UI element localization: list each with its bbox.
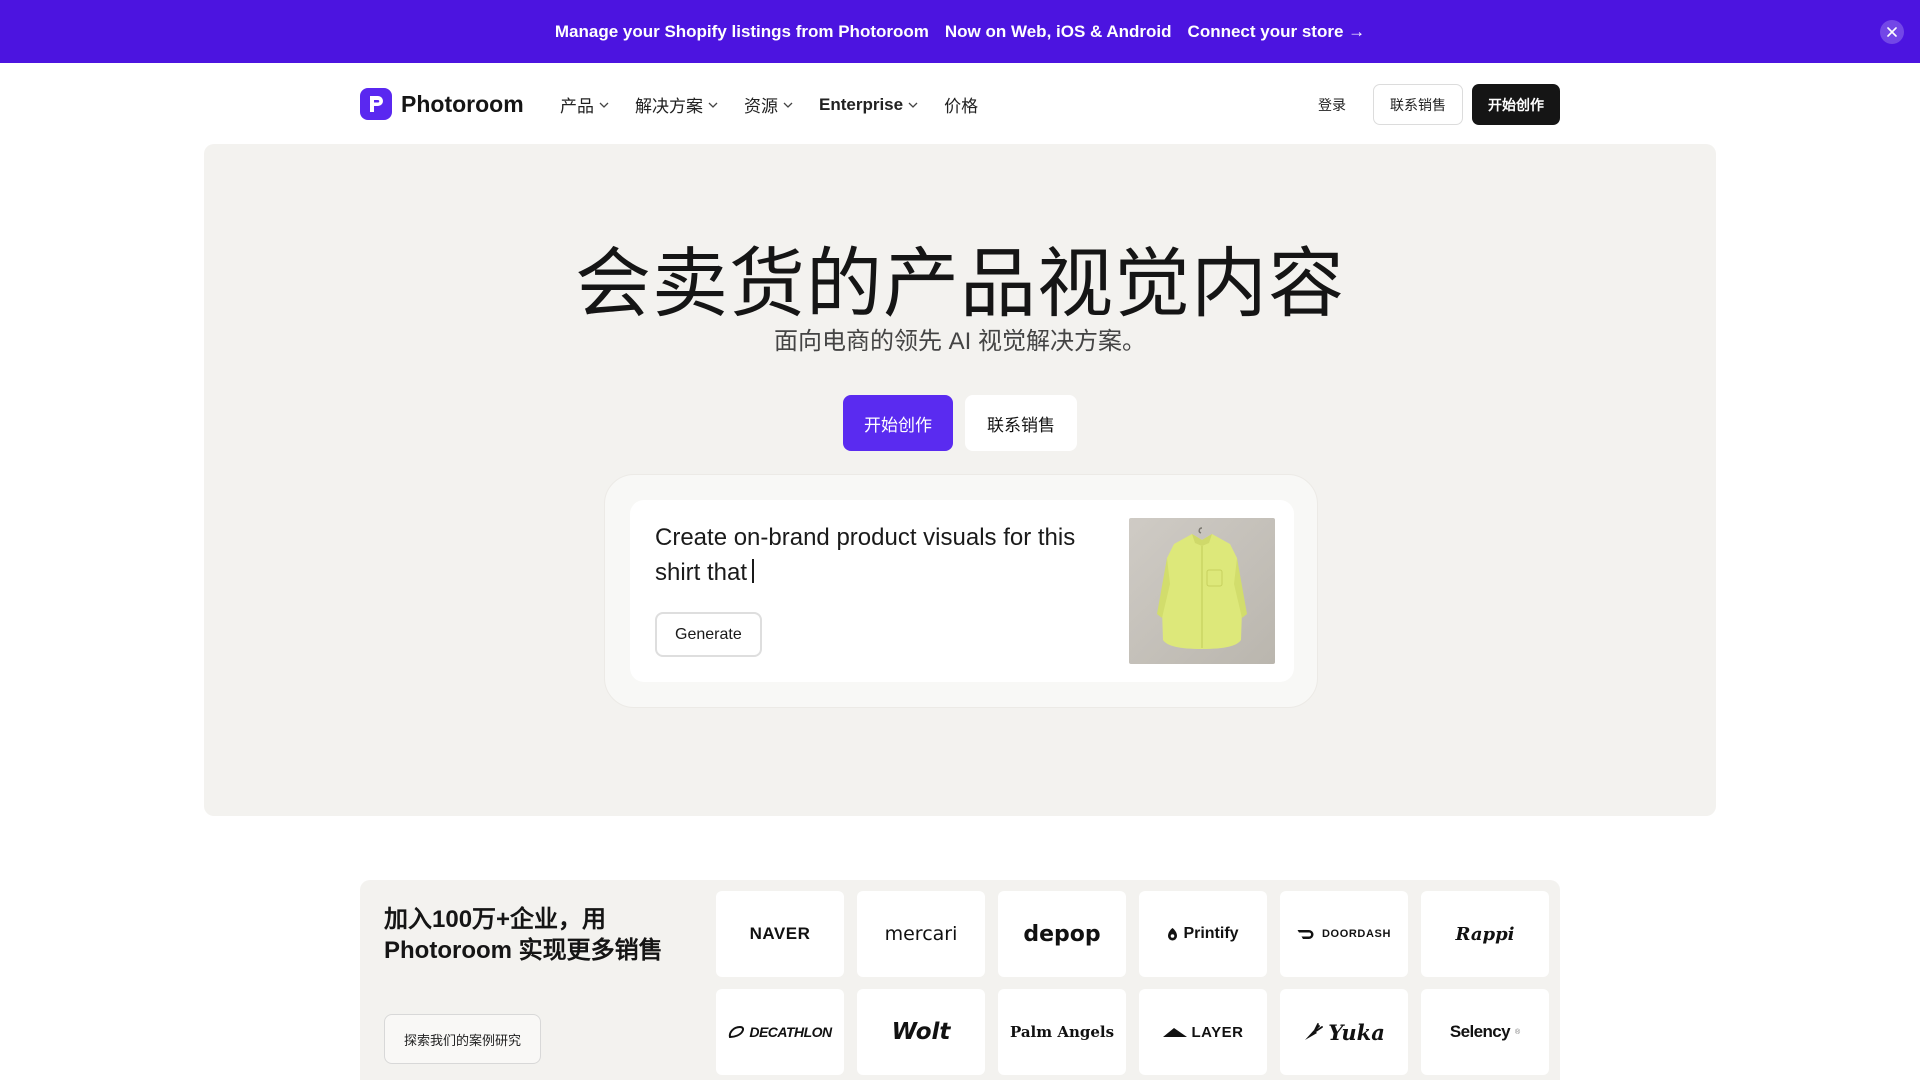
banner-close-button[interactable]: [1880, 20, 1904, 44]
yuka-logo: Yuka: [1328, 1019, 1385, 1045]
brand-name: Photoroom: [401, 90, 524, 117]
banner-message: Manage your Shopify listings from Photor…: [554, 21, 929, 41]
nav-item-products[interactable]: 产品: [560, 92, 609, 117]
doordash-logo: DOORDASH: [1322, 928, 1391, 940]
nav-menu: 产品 解决方案 资源 Enterprise 价格: [560, 92, 978, 117]
chevron-down-icon: [908, 102, 918, 108]
logo-tile-yuka: Yuka: [1280, 989, 1408, 1075]
customer-logo-grid: NAVER mercari depop Printify DOORDASH Ra…: [716, 891, 1549, 1075]
logo-tile-depop: depop: [998, 891, 1126, 977]
photoroom-logo-icon: [360, 88, 392, 120]
logo-tile-selency: Selency ®: [1421, 989, 1549, 1075]
nav-item-label: Enterprise: [819, 94, 904, 114]
selency-logo: Selency: [1449, 1022, 1511, 1041]
announcement-banner: Manage your Shopify listings from Photor…: [0, 0, 1920, 63]
decathlon-logo: DECATHLON: [749, 1024, 832, 1040]
mercari-logo: mercari: [884, 923, 958, 945]
hero-section: 会卖货的产品视觉内容 面向电商的领先 AI 视觉解决方案。 开始创作 联系销售 …: [204, 144, 1716, 816]
start-creating-button[interactable]: 开始创作: [1472, 84, 1560, 125]
prompt-input-text: Create on-brand product visuals for this…: [655, 524, 1076, 586]
printify-icon: [1168, 927, 1178, 940]
logo-tile-decathlon: DECATHLON: [716, 989, 844, 1075]
logo-tile-mercari: mercari: [857, 891, 985, 977]
chevron-down-icon: [708, 102, 718, 108]
logo-tile-wolt: Wolt: [857, 989, 985, 1075]
connect-store-link[interactable]: Connect your store →: [1188, 22, 1366, 42]
registered-mark-icon: ®: [1514, 1028, 1521, 1036]
logo-tile-rappi: Rappi: [1421, 891, 1549, 977]
contact-sales-button[interactable]: 联系销售: [1373, 84, 1463, 125]
nav-item-label: 解决方案: [635, 97, 703, 116]
decathlon-icon: [729, 1026, 745, 1038]
nav-item-enterprise[interactable]: Enterprise: [819, 95, 918, 115]
carrot-icon: [1305, 1023, 1324, 1040]
doordash-icon: [1297, 929, 1314, 939]
logo-tile-printify: Printify: [1139, 891, 1267, 977]
layer-logo: LAYER: [1191, 1023, 1244, 1041]
hero-cta-group: 开始创作 联系销售: [204, 395, 1716, 451]
nav-item-label: 价格: [944, 97, 979, 116]
generate-button[interactable]: Generate: [655, 612, 762, 657]
hero-subtitle: 面向电商的领先 AI 视觉解决方案。: [773, 328, 1146, 355]
chevron-down-icon: [599, 102, 609, 108]
customer-logos-heading: 加入100万+企业，用 Photoroom 实现更多销售: [384, 906, 663, 964]
hero-contact-sales-button[interactable]: 联系销售: [965, 395, 1077, 451]
prompt-input[interactable]: Create on-brand product visuals for this…: [655, 520, 1095, 590]
nav-item-solutions[interactable]: 解决方案: [635, 92, 718, 117]
rappi-logo: Rappi: [1455, 923, 1515, 945]
printify-logo: Printify: [1183, 925, 1239, 942]
nav-item-pricing[interactable]: 价格: [944, 92, 978, 117]
nav-item-label: 产品: [560, 97, 594, 116]
chevron-down-icon: [783, 102, 793, 108]
case-studies-button[interactable]: 探索我们的案例研究: [384, 1014, 542, 1064]
nav-actions: 登录 联系销售 开始创作: [1318, 84, 1560, 125]
depop-logo: depop: [1023, 921, 1101, 947]
palm-angels-logo: Palm Angels: [1009, 1023, 1115, 1041]
logo-tile-naver: NAVER: [716, 891, 844, 977]
text-cursor: [752, 559, 755, 583]
wolt-logo: Wolt: [891, 1019, 951, 1045]
hero-title: 会卖货的产品视觉内容: [575, 242, 1345, 327]
logo-tile-palm-angels: Palm Angels: [998, 989, 1126, 1075]
prompt-card: Create on-brand product visuals for this…: [630, 500, 1294, 682]
login-link[interactable]: 登录: [1318, 95, 1364, 115]
brand-logo[interactable]: Photoroom: [360, 88, 524, 120]
banner-platforms: Now on Web, iOS & Android: [944, 21, 1172, 41]
naver-logo: NAVER: [749, 924, 811, 943]
main-nav: Photoroom 产品 解决方案 资源 Enterprise 价格 登录 联系…: [0, 63, 1920, 145]
prompt-box-frame: Create on-brand product visuals for this…: [604, 474, 1318, 708]
nav-item-resources[interactable]: 资源: [744, 92, 793, 117]
yellow-shirt-image: [1129, 518, 1275, 664]
logo-tile-layer: LAYER: [1139, 989, 1267, 1075]
customer-logos-section: 加入100万+企业，用 Photoroom 实现更多销售 探索我们的案例研究 N…: [360, 880, 1560, 1080]
logo-tile-doordash: DOORDASH: [1280, 891, 1408, 977]
hero-start-creating-button[interactable]: 开始创作: [843, 395, 953, 451]
layer-icon: [1162, 1027, 1187, 1037]
nav-item-label: 资源: [744, 97, 778, 116]
close-icon: [1887, 27, 1897, 37]
